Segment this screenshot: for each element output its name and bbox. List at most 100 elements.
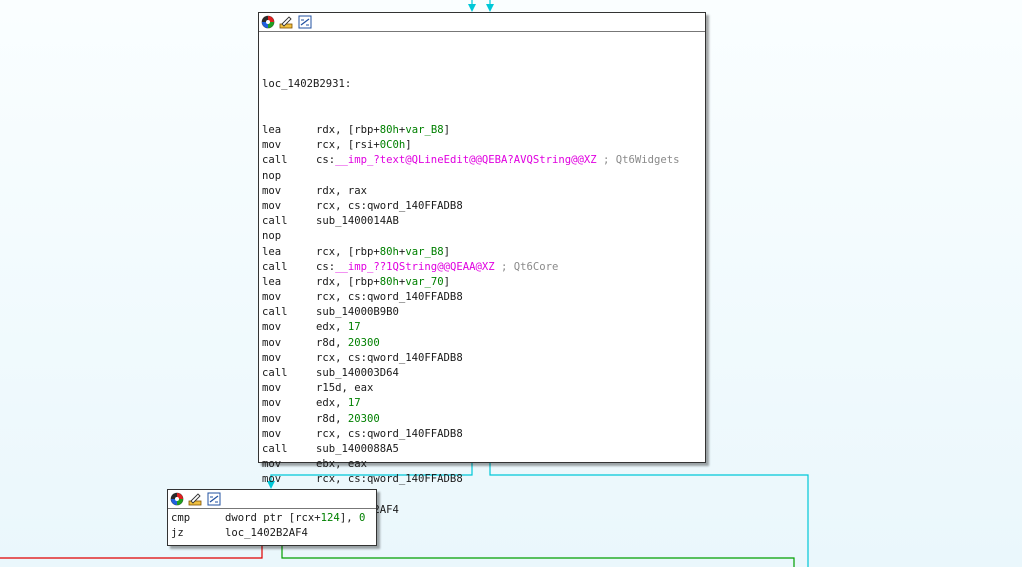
instruction-line[interactable]: mov rcx, [rsi+0C0h] [262, 138, 705, 153]
number-literal: 17 [347, 321, 361, 334]
mnemonic: nop [262, 169, 282, 182]
operand: ebx, eax [316, 458, 368, 471]
operand: rcx, cs:qword_140FFADB8 [316, 427, 463, 440]
import-symbol: __imp_??1QString@@QEAA@XZ [335, 260, 495, 273]
stack-variable: var_70 [405, 275, 444, 288]
instruction-line[interactable]: mov rcx, cs:qword_140FFADB8 [262, 199, 705, 214]
mnemonic: call [262, 442, 288, 455]
operand: r8d, [316, 412, 348, 425]
comment-icon[interactable] [207, 492, 221, 506]
mnemonic: mov [262, 382, 282, 395]
instruction-line[interactable]: call sub_1400088A5 [262, 442, 705, 457]
mnemonic: lea [262, 124, 282, 136]
library-comment: ; Qt6Core [494, 260, 559, 273]
instruction-line[interactable]: call sub_140003D64 [262, 366, 705, 381]
operand: ] [405, 139, 412, 152]
instruction-line[interactable]: mov r8d, 20300 [262, 336, 705, 351]
mnemonic: mov [262, 458, 282, 471]
operand: rcx, [rsi+ [316, 139, 380, 152]
graph-color-icon[interactable] [170, 492, 184, 506]
operand: rdx, [rbp+ [316, 124, 380, 136]
operand: rdx, rax [316, 184, 368, 197]
operand: cs: [316, 154, 336, 167]
comment-icon[interactable] [298, 15, 312, 29]
mnemonic: lea [262, 275, 282, 288]
mnemonic: mov [262, 473, 282, 486]
instruction-line[interactable]: mov edx, 17 [262, 320, 705, 335]
operand: rcx, [rbp+ [316, 245, 380, 258]
operand: sub_1400088A5 [316, 442, 399, 455]
stack-variable: var_B8 [405, 124, 444, 136]
instruction-line[interactable]: mov ebx, eax [262, 457, 705, 472]
instruction-line[interactable]: mov rcx, cs:qword_140FFADB8 [262, 351, 705, 366]
operand: r8d, [316, 336, 348, 349]
operand: r15d, eax [316, 382, 374, 395]
instruction-line[interactable]: lea rdx, [rbp+80h+var_70] [262, 275, 705, 290]
operand: edx, [316, 321, 348, 334]
mnemonic: mov [262, 427, 282, 440]
import-symbol: __imp_?text@QLineEdit@@QEBA?AVQString@@X… [335, 154, 597, 167]
instruction-line[interactable]: call sub_1400014AB [262, 214, 705, 229]
operand: rcx, cs:qword_140FFADB8 [316, 291, 463, 304]
edge-small-false [0, 544, 263, 559]
operand: ], [339, 512, 359, 524]
block-label[interactable]: loc_1402B2931: [262, 77, 705, 92]
instruction-list: lea rdx, [rbp+80h+var_B8] mov rcx, [rsi+0C0… [262, 123, 705, 518]
instruction-line[interactable]: lea rcx, [rbp+80h+var_B8] [262, 245, 705, 260]
instruction-line[interactable]: mov rcx, cs:qword_140FFADB8 [262, 290, 705, 305]
operand: dword ptr [rcx+ [225, 512, 321, 524]
code-block-cmp[interactable]: cmp dword ptr [rcx+124], 0 jz loc_1402B2AF4 [167, 489, 377, 546]
instruction-line[interactable]: call sub_14000B9B0 [262, 305, 705, 320]
mnemonic: mov [262, 397, 282, 410]
mnemonic: cmp [171, 512, 191, 524]
instruction-line[interactable]: mov rcx, cs:qword_140FFADB8 [262, 427, 705, 442]
operand: rcx, cs:qword_140FFADB8 [316, 351, 463, 364]
instruction-line[interactable]: nop [262, 169, 705, 184]
mnemonic: mov [262, 412, 282, 425]
operand: ] [443, 124, 450, 136]
instruction-list: cmp dword ptr [rcx+124], 0 jz loc_1402B2AF4 [168, 509, 376, 541]
mnemonic: call [262, 154, 288, 167]
library-comment: ; Qt6Widgets [596, 154, 680, 167]
edge-incoming-1-arrow [468, 4, 476, 12]
instruction-line[interactable]: lea rdx, [rbp+80h+var_B8] [262, 123, 705, 138]
instruction-line[interactable]: nop [262, 229, 705, 244]
block-code: loc_1402B2931: lea rdx, [rbp+80h+var_B8] m… [259, 32, 705, 548]
mnemonic: mov [262, 351, 282, 364]
operand: sub_1400014AB [316, 215, 399, 228]
number-literal: 80h [379, 124, 399, 136]
mnemonic: mov [262, 184, 282, 197]
operand: rdx, [rbp+ [316, 275, 380, 288]
instruction-line[interactable]: mov edx, 17 [262, 396, 705, 411]
instruction-line[interactable]: mov r15d, eax [262, 381, 705, 396]
operand: ] [443, 275, 450, 288]
rename-icon[interactable] [188, 492, 202, 506]
block-header [259, 13, 705, 32]
rename-icon[interactable] [279, 15, 293, 29]
operand: sub_14000B9B0 [316, 306, 399, 319]
instruction-line[interactable]: mov rcx, cs:qword_140FFADB8 [262, 472, 705, 487]
operand: ] [443, 245, 450, 258]
mnemonic: mov [262, 199, 282, 212]
operand: edx, [316, 397, 348, 410]
instruction-line[interactable]: mov r8d, 20300 [262, 412, 705, 427]
mnemonic: nop [262, 230, 282, 243]
instruction-line[interactable]: call cs:__imp_??1QString@@QEAA@XZ ; Qt6Co… [262, 260, 705, 275]
mnemonic: mov [262, 139, 282, 152]
mnemonic: call [262, 260, 288, 273]
instruction-line[interactable]: mov rdx, rax [262, 184, 705, 199]
number-literal: 17 [347, 397, 361, 410]
number-literal: 80h [379, 245, 399, 258]
instruction-line[interactable]: cmp dword ptr [rcx+124], 0 [171, 511, 376, 526]
instruction-line[interactable]: call cs:__imp_?text@QLineEdit@@QEBA?AVQSt… [262, 153, 705, 168]
operand: rcx, cs:qword_140FFADB8 [316, 199, 463, 212]
mnemonic: call [262, 367, 288, 379]
instruction-line[interactable]: jz loc_1402B2AF4 [171, 526, 376, 541]
code-block-main[interactable]: loc_1402B2931: lea rdx, [rbp+80h+var_B8] m… [258, 12, 706, 516]
mnemonic: jz [171, 527, 184, 540]
number-literal: 0 [358, 512, 366, 524]
number-literal: 0C0h [379, 139, 406, 152]
graph-color-icon[interactable] [261, 15, 275, 29]
number-literal: 124 [320, 512, 340, 524]
mnemonic: mov [262, 291, 282, 304]
